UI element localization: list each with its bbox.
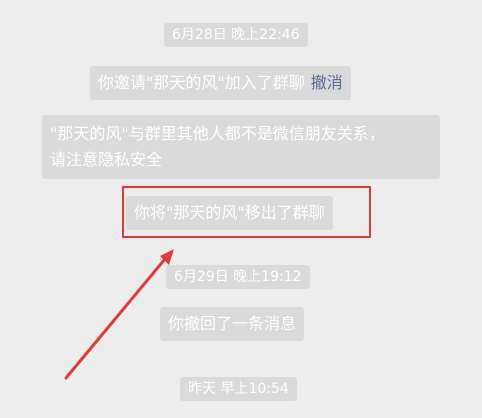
warning-line-1: "那天的风"与群里其他人都不是微信朋友关系， (50, 124, 385, 143)
timestamp-june-28: 6月28日 晚上22:46 (164, 23, 308, 47)
privacy-warning-message: "那天的风"与群里其他人都不是微信朋友关系， 请注意隐私安全 (42, 115, 440, 179)
warning-line-2: 请注意隐私安全 (50, 150, 163, 169)
arrow-line (64, 251, 172, 380)
revoke-link[interactable]: 撤消 (311, 73, 343, 92)
timestamp-yesterday: 昨天 早上10:54 (180, 377, 297, 401)
timestamp-june-29: 6月29日 晚上19:12 (166, 265, 310, 289)
invite-system-message: 你邀请"那天的风"加入了群聊 撤消 (90, 66, 351, 100)
invite-text: 你邀请"那天的风"加入了群聊 (98, 73, 305, 92)
recall-system-message: 你撤回了一条消息 (160, 307, 305, 341)
arrow-head-icon (160, 249, 174, 265)
highlight-box (122, 186, 371, 238)
